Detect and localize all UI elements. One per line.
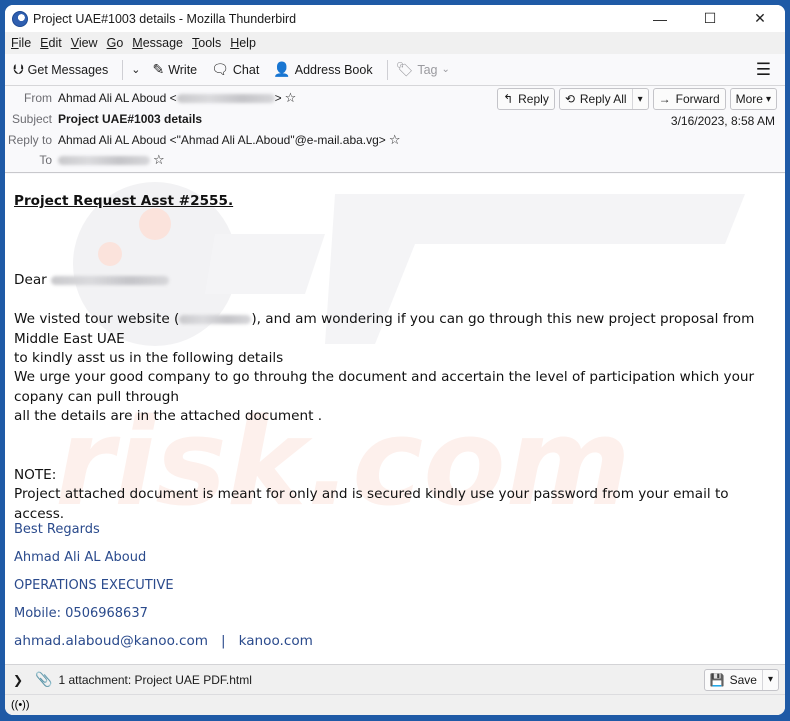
email-heading: Project Request Asst #2555. [14,193,234,209]
from-name[interactable]: Ahmad Ali AL Aboud [58,91,166,105]
title-bar: Project UAE#1003 details - Mozilla Thund… [5,5,785,32]
message-header: From Ahmad Ali AL Aboud < > ☆ Subject Pro… [5,86,785,173]
menu-help[interactable]: Help [230,36,256,50]
reply-icon: ↰ [503,92,514,106]
tag-icon: 🏷 [395,61,414,77]
window-title: Project UAE#1003 details - Mozilla Thund… [33,11,297,26]
status-bar: ((•)) [5,694,785,715]
close-icon: ✕ [754,10,766,26]
reply-all-icon: ⟲ [564,92,575,106]
online-status-icon[interactable]: ((•)) [11,699,30,711]
reply-to-row: Reply to Ahmad Ali AL Aboud <"Ahmad Ali … [7,132,401,148]
close-button[interactable]: ✕ [735,5,785,32]
thunderbird-logo-icon [12,10,28,27]
paragraph-4: all the details are in the attached docu… [14,408,323,424]
message-body: risk.com Project Request Asst #2555. Dea… [5,174,785,664]
paragraph-1: We visted tour website (), and am wonder… [14,311,755,347]
reply-all-button[interactable]: ⟲ Reply All ▾ [558,88,649,110]
menu-tools[interactable]: Tools [192,36,221,50]
save-dropdown[interactable]: ▾ [763,674,778,685]
signature-contact: ahmad.alaboud@kanoo.com | kanoo.com [14,633,313,649]
more-button[interactable]: More ▾ [729,88,777,110]
get-messages-dropdown[interactable]: ⌄ [131,63,140,76]
main-toolbar: ⮋ Get Messages ⌄ ✎ Write 🗨 Chat 👤 Addres… [5,54,785,86]
message-date: 3/16/2023, 8:58 AM [670,114,775,128]
signature-website-link[interactable]: kanoo.com [239,633,313,649]
chat-button[interactable]: 🗨 Chat [211,61,259,78]
minimize-icon: — [653,10,667,27]
attachment-summary[interactable]: 1 attachment: Project UAE PDF.html [59,673,252,687]
get-messages-button[interactable]: ⮋ Get Messages [13,61,108,78]
menu-edit[interactable]: Edit [40,36,62,50]
tag-button[interactable]: 🏷 Tag ⌄ [396,61,450,78]
toolbar-separator [122,59,124,80]
thunderbird-window: Project UAE#1003 details - Mozilla Thund… [5,5,785,715]
forward-icon: → [658,92,671,106]
expand-attachments-toggle[interactable]: ❯ [13,673,23,687]
app-menu-button[interactable]: ☰ [756,60,771,80]
save-icon: 💾 [709,672,725,687]
attachment-bar: ❯ 📎 1 attachment: Project UAE PDF.html 💾… [5,664,785,694]
paragraph-2: to kindly asst us in the following detai… [14,350,284,366]
signature-title: OPERATIONS EXECUTIVE [14,578,174,593]
chevron-down-icon: ▾ [765,93,771,105]
save-attachment-button[interactable]: 💾 Save ▾ [703,668,779,691]
menu-message[interactable]: Message [132,36,183,50]
forward-button[interactable]: → Forward [652,88,726,110]
maximize-button[interactable]: ☐ [685,5,735,32]
address-book-button[interactable]: 👤 Address Book [273,61,372,78]
star-icon[interactable]: ☆ [153,152,165,168]
subject-value: Project UAE#1003 details [58,112,203,126]
chevron-down-icon: ⌄ [441,64,450,75]
note-text: Project attached document is meant for o… [14,486,729,522]
signature-name: Ahmad Ali AL Aboud [14,550,147,565]
pencil-icon: ✎ [152,61,165,77]
paragraph-3: We urge your good company to go throuhg … [14,369,755,405]
star-icon[interactable]: ☆ [389,132,401,148]
signature-email-link[interactable]: ahmad.alaboud@kanoo.com [14,633,208,649]
menu-file[interactable]: File [11,36,31,50]
menu-view[interactable]: View [71,36,98,50]
redacted-email [176,93,275,103]
reply-button[interactable]: ↰ Reply [497,88,555,110]
menu-bar: File Edit View Go Message Tools Help [5,32,785,54]
note-label: NOTE: [14,467,57,483]
from-row: From Ahmad Ali AL Aboud < > ☆ [24,90,297,106]
reply-to-value[interactable]: Ahmad Ali AL Aboud <"Ahmad Ali AL.Aboud"… [58,133,386,147]
to-row: To ☆ [39,152,165,168]
paperclip-icon: 📎 [35,671,53,687]
redacted-recipient [58,155,150,165]
chat-icon: 🗨 [211,61,229,77]
signature-regards: Best Regards [14,522,100,537]
subject-row: Subject Project UAE#1003 details [11,112,203,126]
get-messages-icon: ⮋ [13,61,24,77]
maximize-icon: ☐ [703,10,717,26]
signature-mobile: Mobile: 0506968637 [14,606,148,621]
minimize-button[interactable]: — [635,5,685,32]
greeting: Dear [14,271,779,291]
reply-all-dropdown[interactable]: ▾ [633,94,648,105]
write-button[interactable]: ✎ Write [152,61,197,78]
menu-go[interactable]: Go [107,36,124,50]
address-book-icon: 👤 [273,61,291,77]
star-icon[interactable]: ☆ [285,90,297,106]
toolbar-separator [386,59,388,80]
